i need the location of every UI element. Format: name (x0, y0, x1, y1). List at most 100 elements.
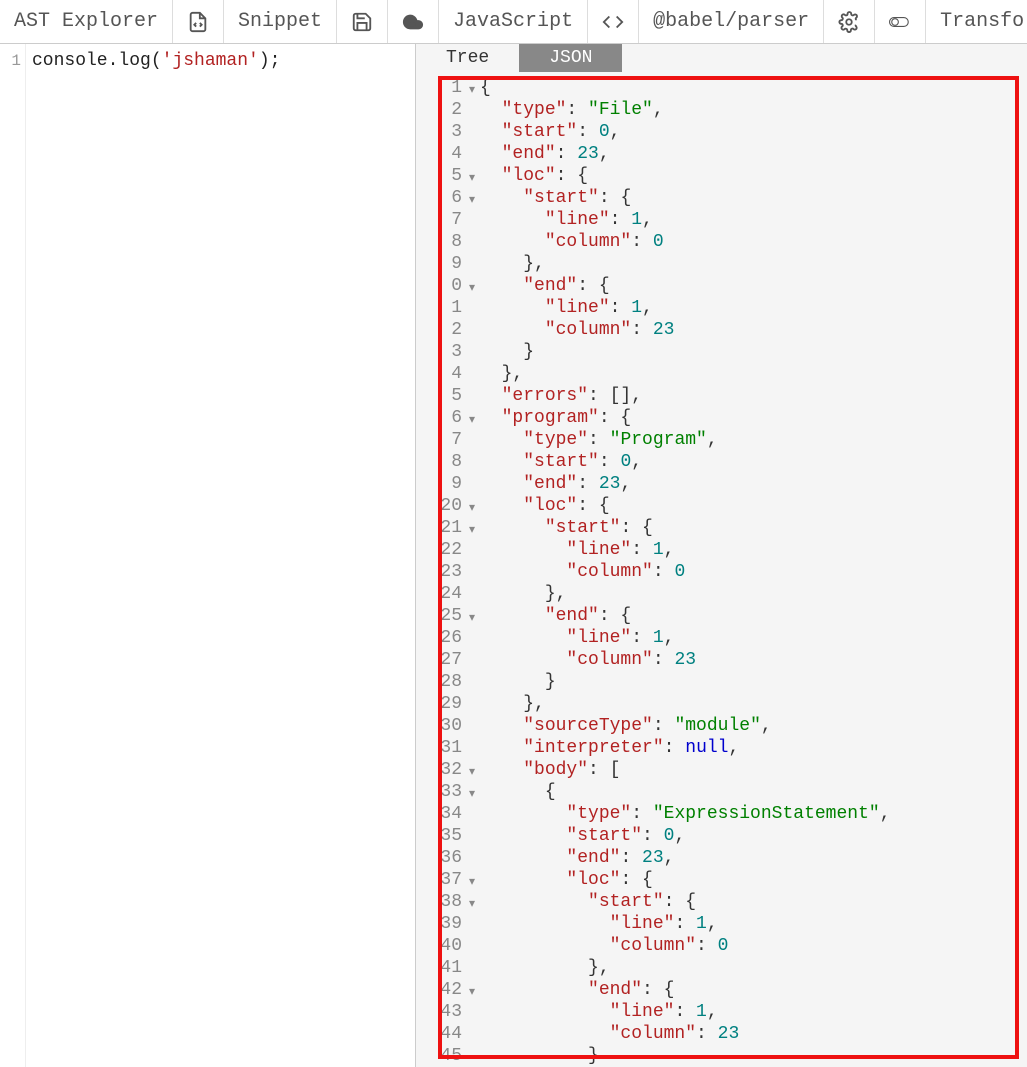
file-code-icon[interactable] (173, 0, 224, 43)
json-line-number: 34 (420, 803, 464, 825)
ast-tabs: Tree JSON (416, 44, 1027, 72)
json-line-number: 9 (420, 253, 464, 275)
json-line: "start": { (480, 517, 1023, 539)
code-string-token: 'jshaman' (162, 51, 259, 71)
json-line-number: 7 (420, 429, 464, 451)
tab-tree[interactable]: Tree (416, 44, 519, 72)
json-line-number: 5 (420, 385, 464, 407)
collapse-icon[interactable]: ▾ (465, 893, 475, 915)
json-line-number: 21▾ (420, 517, 464, 539)
collapse-icon[interactable]: ▾ (465, 607, 475, 629)
json-line-number: 20▾ (420, 495, 464, 517)
json-line-number: 4 (420, 363, 464, 385)
json-line-number: 5▾ (420, 165, 464, 187)
json-line-number: 1▾ (420, 77, 464, 99)
code-icon[interactable] (588, 0, 639, 43)
json-line: }, (480, 363, 1023, 385)
json-line-number: 32▾ (420, 759, 464, 781)
json-line-number: 44 (420, 1023, 464, 1045)
ast-panel: Tree JSON 1▾2345▾6▾7890▾123456▾78920▾21▾… (416, 44, 1027, 1067)
json-line: "end": 23, (480, 847, 1023, 869)
json-line-number: 6▾ (420, 407, 464, 429)
collapse-icon[interactable]: ▾ (465, 189, 475, 211)
json-line-number: 25▾ (420, 605, 464, 627)
json-line: "sourceType": "module", (480, 715, 1023, 737)
json-line-number: 36 (420, 847, 464, 869)
json-line-number: 41 (420, 957, 464, 979)
collapse-icon[interactable]: ▾ (465, 79, 475, 101)
toggle-icon[interactable] (875, 0, 926, 43)
code-editor[interactable]: 1 console.log('jshaman'); (0, 44, 416, 1067)
json-line: } (480, 671, 1023, 693)
collapse-icon[interactable]: ▾ (465, 783, 475, 805)
json-line-number: 43 (420, 1001, 464, 1023)
json-line-number: 39 (420, 913, 464, 935)
json-line: { (480, 781, 1023, 803)
json-line-number: 35 (420, 825, 464, 847)
json-line: { (480, 77, 1023, 99)
collapse-icon[interactable]: ▾ (465, 519, 475, 541)
json-line: "start": 0, (480, 825, 1023, 847)
json-line: "end": { (480, 979, 1023, 1001)
code-token: console.log( (32, 51, 162, 71)
json-line-number: 0▾ (420, 275, 464, 297)
json-line: "end": 23, (480, 473, 1023, 495)
json-viewer[interactable]: 1▾2345▾6▾7890▾123456▾78920▾21▾22232425▾2… (416, 72, 1027, 1067)
json-line: "type": "File", (480, 99, 1023, 121)
json-line-number: 3 (420, 341, 464, 363)
transform-dropdown[interactable]: Transfo (926, 0, 1027, 43)
json-line: "end": { (480, 275, 1023, 297)
json-line-number: 8 (420, 451, 464, 473)
json-line: } (480, 1045, 1023, 1067)
tab-json[interactable]: JSON (519, 44, 622, 72)
json-line-number: 40 (420, 935, 464, 957)
collapse-icon[interactable]: ▾ (465, 167, 475, 189)
collapse-icon[interactable]: ▾ (465, 409, 475, 431)
json-line-number: 42▾ (420, 979, 464, 1001)
collapse-icon[interactable]: ▾ (465, 277, 475, 299)
collapse-icon[interactable]: ▾ (465, 871, 475, 893)
snippet-dropdown[interactable]: Snippet (224, 0, 337, 43)
collapse-icon[interactable]: ▾ (465, 761, 475, 783)
json-line-number: 24 (420, 583, 464, 605)
collapse-icon[interactable]: ▾ (465, 981, 475, 1003)
save-icon[interactable] (337, 0, 388, 43)
json-line-number: 22 (420, 539, 464, 561)
json-line: "end": { (480, 605, 1023, 627)
language-dropdown[interactable]: JavaScript (439, 0, 588, 43)
json-line-number: 2 (420, 319, 464, 341)
json-line-number: 31 (420, 737, 464, 759)
json-line: "line": 1, (480, 539, 1023, 561)
json-line: "line": 1, (480, 913, 1023, 935)
app-title: AST Explorer (0, 0, 173, 43)
json-line-number: 4 (420, 143, 464, 165)
json-line: "column": 23 (480, 1023, 1023, 1045)
json-line: "type": "ExpressionStatement", (480, 803, 1023, 825)
json-line-number: 2 (420, 99, 464, 121)
json-line: "type": "Program", (480, 429, 1023, 451)
collapse-icon[interactable]: ▾ (465, 497, 475, 519)
json-line: "loc": { (480, 869, 1023, 891)
json-line-number: 3 (420, 121, 464, 143)
parser-dropdown[interactable]: @babel/parser (639, 0, 824, 43)
json-line: "line": 1, (480, 209, 1023, 231)
json-line-number: 33▾ (420, 781, 464, 803)
cloud-icon[interactable]: ∞ (388, 0, 439, 43)
svg-text:∞: ∞ (410, 21, 415, 29)
json-line: "errors": [], (480, 385, 1023, 407)
json-line-number: 38▾ (420, 891, 464, 913)
json-line: "column": 0 (480, 935, 1023, 957)
json-line-number: 9 (420, 473, 464, 495)
main-area: 1 console.log('jshaman'); Tree JSON 1▾23… (0, 44, 1027, 1067)
json-line: "start": 0, (480, 451, 1023, 473)
gear-icon[interactable] (824, 0, 875, 43)
editor-gutter: 1 (0, 44, 26, 1067)
json-line-number: 23 (420, 561, 464, 583)
json-line-number: 45 (420, 1045, 464, 1067)
json-line: }, (480, 253, 1023, 275)
json-line: } (480, 341, 1023, 363)
json-line: }, (480, 693, 1023, 715)
editor-content[interactable]: console.log('jshaman'); (26, 44, 415, 1067)
json-line: "start": 0, (480, 121, 1023, 143)
line-number: 1 (0, 50, 21, 72)
